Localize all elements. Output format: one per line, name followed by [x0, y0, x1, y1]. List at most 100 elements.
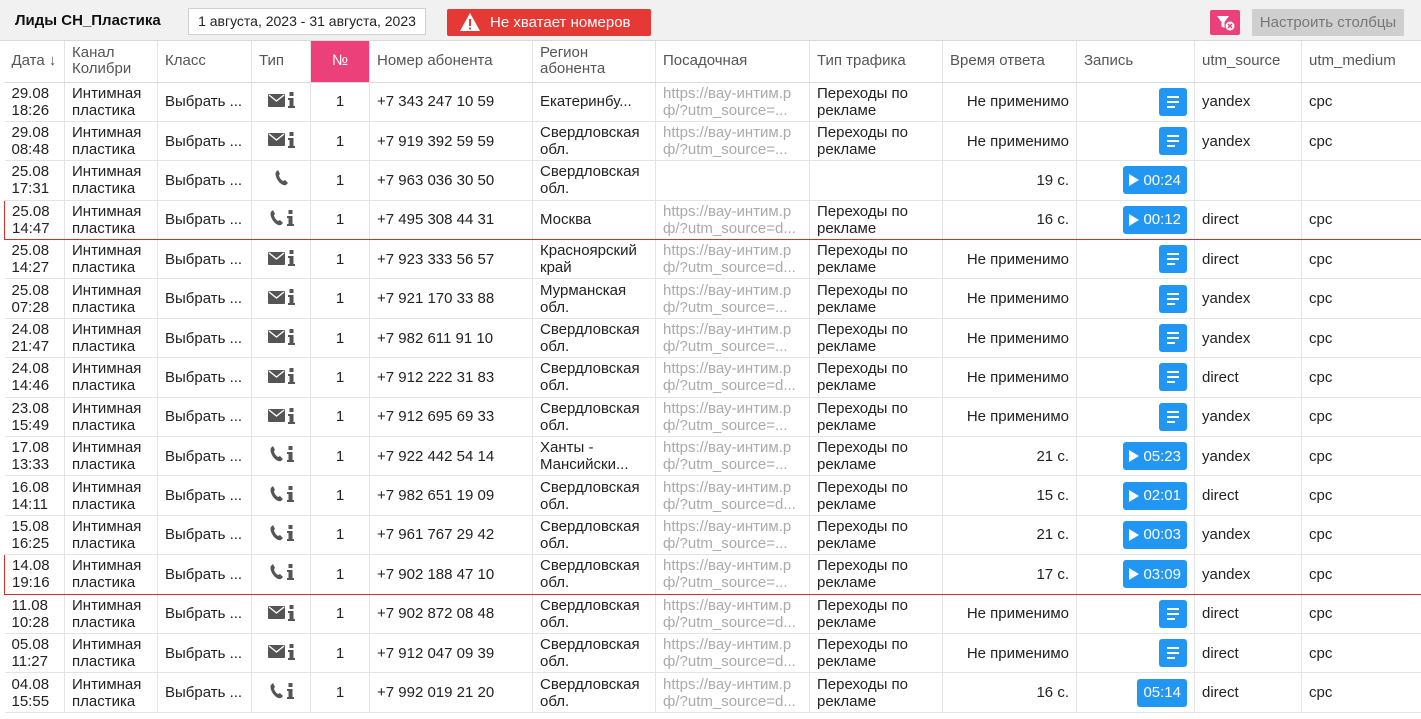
open-form-button[interactable]	[1159, 87, 1187, 116]
table-row[interactable]: 25.08 17:31 Интимная пластика Выбрать ... 1 +…	[4, 160, 1421, 201]
table-row[interactable]: 17.08 13:33 Интимная пластика Выбрать ... 1 +…	[4, 436, 1421, 477]
cell-class-select[interactable]: Выбрать ...	[157, 357, 252, 398]
cell-landing[interactable]: https://вау-интим.рф/?utm_source=d...	[655, 594, 810, 634]
col-response-time[interactable]: Время ответа	[942, 41, 1077, 83]
info-icon[interactable]	[286, 682, 294, 699]
cell-class-select[interactable]: Выбрать ...	[157, 239, 252, 280]
cell-class-select[interactable]: Выбрать ...	[157, 672, 252, 713]
table-row[interactable]: 25.08 14:27 Интимная пластика Выбрать ... 1 +…	[4, 239, 1421, 280]
col-record[interactable]: Запись	[1076, 41, 1195, 83]
cell-class-select[interactable]: Выбрать ...	[157, 475, 252, 516]
cell-record: 00:03	[1076, 515, 1195, 556]
table-row[interactable]: 24.08 21:47 Интимная пластика Выбрать ... 1 +…	[4, 318, 1421, 359]
cell-landing[interactable]: https://вау-интим.рф/?utm_source=d...	[655, 475, 810, 516]
open-form-button[interactable]	[1159, 284, 1187, 313]
table-row[interactable]: 29.08 08:48 Интимная пластика Выбрать ... 1 +…	[4, 121, 1421, 162]
col-landing[interactable]: Посадочная	[655, 41, 810, 83]
cell-region: Свердловская обл.	[532, 121, 656, 162]
info-icon[interactable]	[286, 564, 294, 581]
col-phone[interactable]: Номер абонента	[369, 41, 533, 83]
col-date[interactable]: Дата ↓	[4, 41, 65, 83]
col-channel[interactable]: Канал Колибри	[64, 41, 158, 83]
play-record-button[interactable]: 00:12	[1123, 205, 1187, 234]
open-form-button[interactable]	[1159, 324, 1187, 353]
cell-class-select[interactable]: Выбрать ...	[157, 436, 252, 477]
info-icon[interactable]	[287, 289, 295, 306]
info-icon[interactable]	[287, 643, 295, 660]
info-icon[interactable]	[286, 446, 294, 463]
open-form-button[interactable]	[1159, 402, 1187, 431]
cell-landing[interactable]: https://вау-интим.рф/?utm_source=...	[655, 121, 810, 162]
table-row[interactable]: 04.08 15:55 Интимная пластика Выбрать ... 1 +…	[4, 672, 1421, 713]
play-record-button[interactable]: 00:03	[1123, 520, 1187, 549]
date-range-picker[interactable]: 1 августа, 2023 - 31 августа, 2023	[188, 8, 426, 35]
cell-landing[interactable]: https://вау-интим.рф/?utm_source=d...	[655, 357, 810, 398]
cell-landing[interactable]: https://вау-интим.рф/?utm_source=...	[655, 436, 810, 477]
info-icon[interactable]	[287, 328, 295, 345]
table-row[interactable]: 23.08 15:49 Интимная пластика Выбрать ... 1 +…	[4, 397, 1421, 438]
cell-class-select[interactable]: Выбрать ...	[157, 199, 252, 241]
info-icon[interactable]	[287, 604, 295, 621]
play-record-button[interactable]: 02:01	[1123, 481, 1187, 510]
col-type[interactable]: Тип	[251, 41, 311, 83]
cell-landing[interactable]: https://вау-интим.рф/?utm_source=d...	[655, 239, 810, 280]
cell-landing[interactable]	[655, 160, 810, 201]
play-record-button[interactable]: 03:09	[1123, 560, 1187, 589]
col-region[interactable]: Регион абонента	[532, 41, 656, 83]
cell-class-select[interactable]: Выбрать ...	[157, 554, 252, 595]
table-row[interactable]: 29.08 18:26 Интимная пластика Выбрать ... 1 +…	[4, 82, 1421, 122]
info-icon[interactable]	[287, 92, 295, 109]
table-row[interactable]: 11.08 10:28 Интимная пластика Выбрать ... 1 +…	[4, 594, 1421, 634]
open-form-button[interactable]	[1159, 363, 1187, 392]
play-record-button[interactable]: 05:23	[1123, 442, 1187, 471]
info-icon[interactable]	[287, 250, 295, 266]
info-icon[interactable]	[286, 524, 294, 541]
cell-class-select[interactable]: Выбрать ...	[157, 515, 252, 556]
cell-landing[interactable]: https://вау-интим.рф/?utm_source=d...	[655, 199, 810, 241]
open-form-button[interactable]	[1159, 127, 1187, 156]
cell-landing[interactable]: https://вау-интим.рф/?utm_source=d...	[655, 672, 810, 713]
col-class[interactable]: Класс	[157, 41, 252, 83]
info-icon[interactable]	[287, 368, 295, 385]
cell-class-select[interactable]: Выбрать ...	[157, 82, 252, 122]
cell-class-select[interactable]: Выбрать ...	[157, 397, 252, 438]
cell-record	[1076, 633, 1195, 674]
missing-numbers-alert[interactable]: Не хватает номеров	[447, 9, 651, 36]
col-utm-source[interactable]: utm_source	[1194, 41, 1302, 83]
cell-landing[interactable]: https://вау-интим.рф/?utm_source=...	[655, 278, 810, 319]
play-record-button[interactable]: 00:24	[1123, 166, 1187, 195]
info-icon[interactable]	[286, 485, 294, 502]
table-row[interactable]: 25.08 14:47 Интимная пластика Выбрать ... 1 +…	[4, 199, 1421, 241]
table-row[interactable]: 15.08 16:25 Интимная пластика Выбрать ... 1 +…	[4, 515, 1421, 556]
record-duration-button[interactable]: 05:14	[1137, 678, 1187, 707]
table-row[interactable]: 05.08 11:27 Интимная пластика Выбрать ... 1 +…	[4, 633, 1421, 674]
cell-landing[interactable]: https://вау-интим.рф/?utm_source=...	[655, 82, 810, 122]
cell-landing[interactable]: https://вау-интим.рф/?utm_source=...	[655, 554, 810, 595]
open-form-button[interactable]	[1159, 245, 1187, 274]
table-row[interactable]: 16.08 14:11 Интимная пластика Выбрать ... 1 +…	[4, 475, 1421, 516]
clear-filter-button[interactable]	[1210, 10, 1240, 35]
cell-class-select[interactable]: Выбрать ...	[157, 318, 252, 359]
cell-class-select[interactable]: Выбрать ...	[157, 633, 252, 674]
info-icon[interactable]	[287, 407, 295, 424]
cell-landing[interactable]: https://вау-интим.рф/?utm_source=d...	[655, 633, 810, 674]
col-utm-medium[interactable]: utm_medium	[1301, 41, 1421, 83]
cell-class-select[interactable]: Выбрать ...	[157, 278, 252, 319]
cell-class-select[interactable]: Выбрать ...	[157, 594, 252, 634]
info-icon[interactable]	[287, 131, 295, 148]
table-row[interactable]: 24.08 14:46 Интимная пластика Выбрать ... 1 +…	[4, 357, 1421, 398]
cell-landing[interactable]: https://вау-интим.рф/?utm_source=...	[655, 318, 810, 359]
info-icon[interactable]	[286, 209, 294, 226]
table-row[interactable]: 25.08 07:28 Интимная пластика Выбрать ... 1 +…	[4, 278, 1421, 319]
col-traffic[interactable]: Тип трафика	[809, 41, 943, 83]
col-number[interactable]: №	[310, 41, 370, 83]
cell-landing[interactable]: https://вау-интим.рф/?utm_source=...	[655, 515, 810, 556]
open-form-button[interactable]	[1159, 639, 1187, 668]
table-row[interactable]: 14.08 19:16 Интимная пластика Выбрать ... 1 +…	[4, 554, 1421, 595]
configure-columns-button[interactable]: Настроить столбцы	[1252, 9, 1404, 36]
open-form-button[interactable]	[1159, 599, 1187, 628]
cell-response-time: 16 с.	[942, 199, 1077, 241]
cell-class-select[interactable]: Выбрать ...	[157, 160, 252, 201]
cell-landing[interactable]: https://вау-интим.рф/?utm_source=...	[655, 397, 810, 438]
cell-class-select[interactable]: Выбрать ...	[157, 121, 252, 162]
